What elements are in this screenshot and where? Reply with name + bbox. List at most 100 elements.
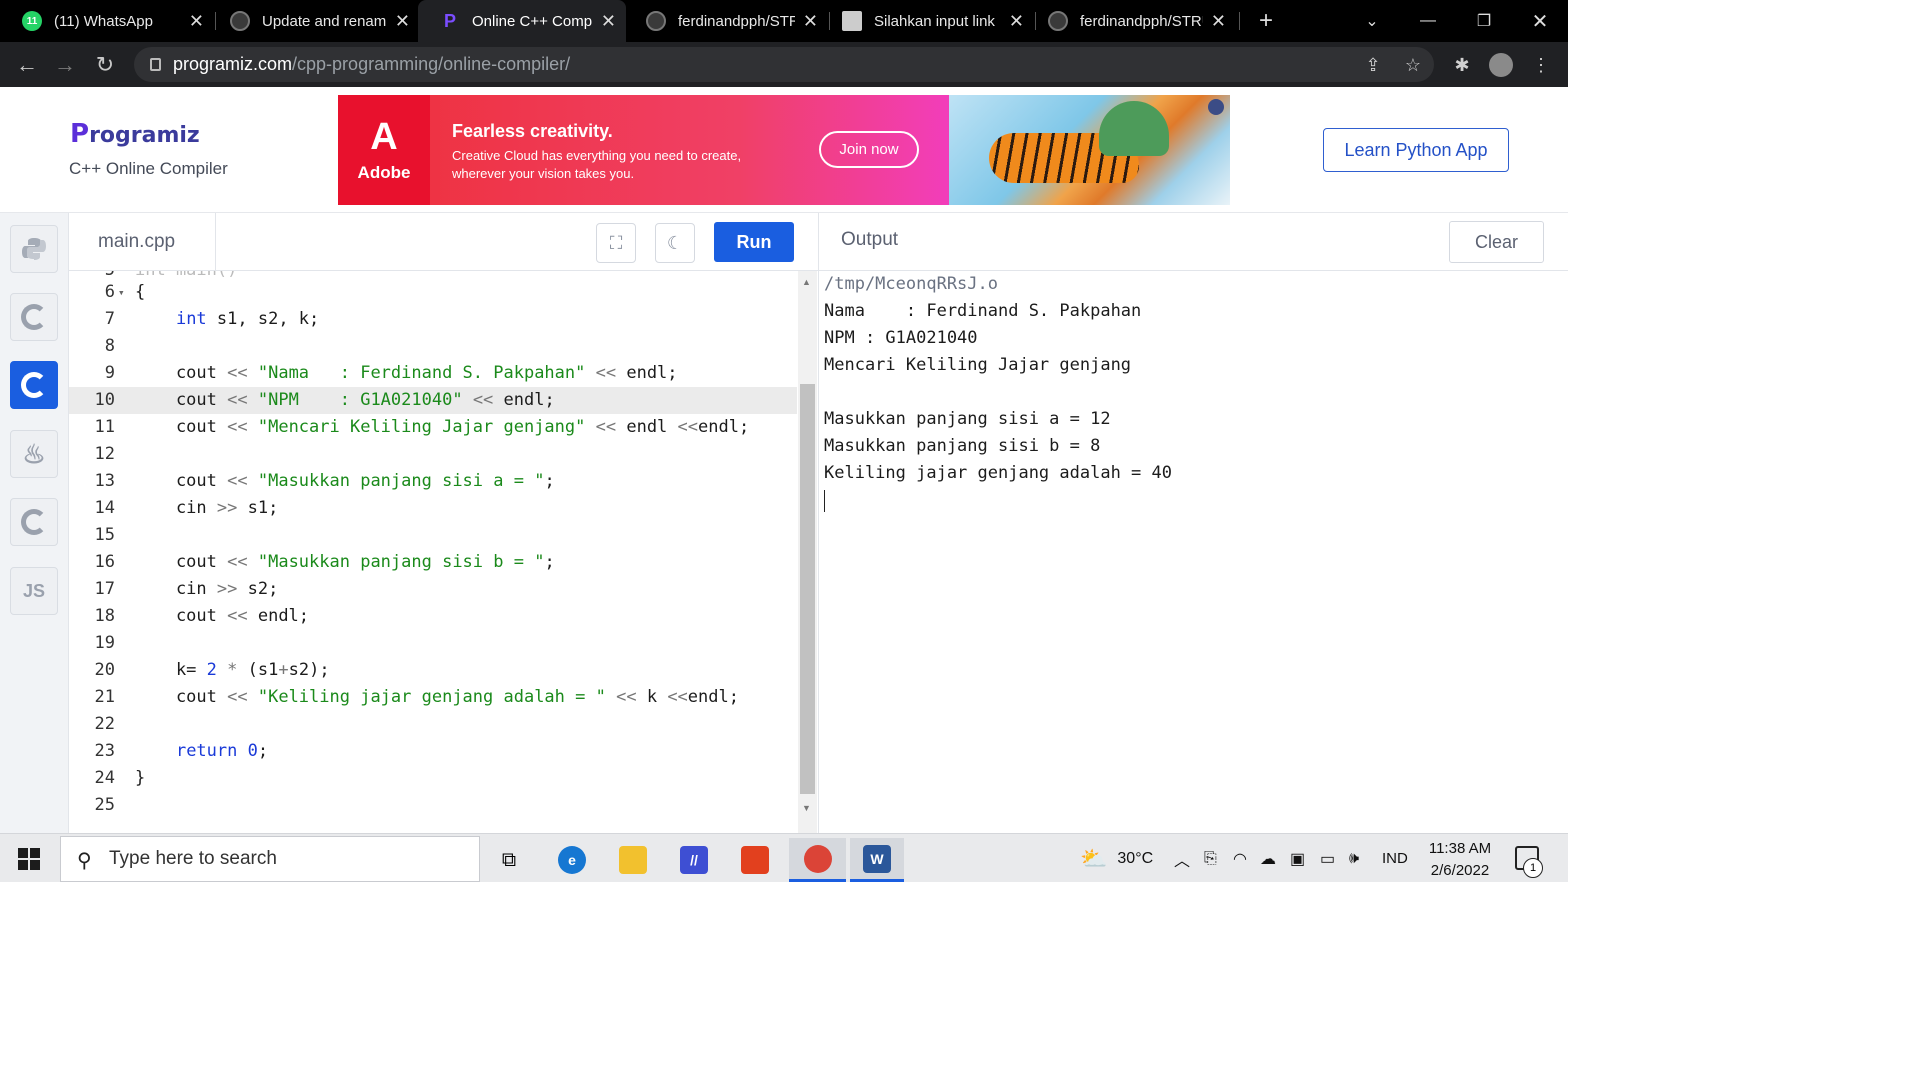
line-number: 7: [104, 309, 115, 329]
onedrive-icon[interactable]: ☁: [1260, 834, 1276, 883]
java-icon[interactable]: ♨: [10, 430, 58, 478]
ad-info-icon[interactable]: [1208, 99, 1224, 115]
share-icon[interactable]: ⇪: [1360, 52, 1386, 78]
close-window-button[interactable]: ✕: [1512, 0, 1568, 42]
code-token: <<: [667, 687, 688, 707]
cpp-icon[interactable]: [10, 361, 58, 409]
code-token: <<: [677, 417, 699, 437]
display-icon[interactable]: ▣: [1290, 834, 1305, 883]
code-line: 23 return 0;: [69, 738, 797, 765]
close-tab-icon[interactable]: ✕: [1211, 11, 1226, 32]
volume-icon[interactable]: 🕪: [1349, 834, 1359, 883]
code-text: cout << "Mencari Keliling Jajar genjang"…: [135, 414, 749, 441]
code-token: int: [175, 309, 207, 329]
language-indicator[interactable]: IND: [1382, 834, 1408, 883]
learn-python-app-button[interactable]: Learn Python App: [1323, 128, 1509, 172]
fullscreen-icon[interactable]: ⛶: [596, 223, 636, 263]
code-token: endl: [616, 417, 678, 437]
word-icon[interactable]: W: [850, 838, 904, 882]
line-number: 19: [94, 633, 115, 653]
line-number: 8: [104, 336, 115, 356]
c-icon[interactable]: [10, 293, 58, 341]
task-view-icon[interactable]: ⧉: [482, 838, 536, 882]
code-token: cin: [135, 498, 217, 518]
adobe-logo: A Adobe: [338, 95, 430, 205]
clear-button[interactable]: Clear: [1449, 221, 1544, 263]
tab-whatsapp[interactable]: 11 (11) WhatsApp ✕: [0, 0, 214, 42]
windows-start-icon[interactable]: [18, 848, 40, 870]
code-editor[interactable]: 5int main() 6▾{7 int s1, s2, k;89 cout <…: [69, 271, 818, 833]
weather-widget[interactable]: ⛅ 30°C: [1080, 834, 1153, 883]
tab-classroom[interactable]: Silahkan input link ✕: [820, 0, 1034, 42]
tray-chevron-icon[interactable]: ︿: [1174, 834, 1190, 883]
office-icon[interactable]: [728, 838, 782, 882]
bookmark-star-icon[interactable]: ☆: [1400, 52, 1426, 78]
code-token: *: [227, 660, 238, 680]
close-tab-icon[interactable]: ✕: [395, 11, 410, 32]
app-icon-blue[interactable]: //: [667, 838, 721, 882]
restore-button[interactable]: ❐: [1456, 0, 1512, 42]
python-icon[interactable]: [10, 225, 58, 273]
menu-kebab-icon[interactable]: ⋮: [1528, 52, 1554, 78]
reload-icon[interactable]: ↻: [90, 50, 120, 80]
c-ring-icon: [21, 304, 47, 330]
battery-icon[interactable]: ▭: [1320, 834, 1335, 883]
output-console[interactable]: /tmp/MceonqRRsJ.o Nama : Ferdinand S. Pak…: [818, 271, 1568, 833]
ad-brand: Adobe: [357, 163, 411, 182]
code-line: 19: [69, 630, 797, 657]
line-number: 17: [94, 579, 115, 599]
editor-scrollbar[interactable]: ▲ ▼: [798, 271, 817, 833]
code-token: ;: [257, 741, 269, 761]
profile-avatar[interactable]: [1488, 52, 1514, 78]
ad-join-button[interactable]: Join now: [819, 131, 919, 168]
code-token: <<: [616, 687, 637, 707]
close-tab-icon[interactable]: ✕: [189, 11, 204, 32]
code-text: cin >> s2;: [135, 576, 278, 603]
csharp-icon[interactable]: [10, 498, 58, 546]
close-tab-icon[interactable]: ✕: [1009, 11, 1024, 32]
clock-time: 11:38 AM: [1428, 840, 1492, 857]
tab-github-stru-1[interactable]: ferdinandpph/STRU ✕: [624, 0, 828, 42]
scroll-up-icon[interactable]: ▲: [802, 277, 811, 287]
taskbar-search-input[interactable]: ⚲ Type here to search: [60, 836, 480, 882]
run-button[interactable]: Run: [714, 222, 794, 262]
minimize-button[interactable]: —: [1400, 0, 1456, 42]
code-token: endl;: [247, 606, 310, 626]
logo-letter: P: [70, 119, 90, 149]
close-tab-icon[interactable]: ✕: [601, 11, 616, 32]
scroll-down-icon[interactable]: ▼: [802, 803, 811, 813]
output-header: Output Clear: [818, 213, 1568, 271]
tab-search-chevron-icon[interactable]: ⌄: [1344, 0, 1400, 42]
forward-icon[interactable]: →: [50, 50, 80, 80]
meet-now-icon[interactable]: ⎘: [1204, 834, 1217, 883]
adobe-a-icon: A: [370, 116, 398, 158]
tab-github-update[interactable]: Update and renam ✕: [208, 0, 420, 42]
tab-online-cpp-compiler[interactable]: P Online C++ Compil ✕: [418, 0, 626, 42]
code-token: s2);: [288, 660, 330, 680]
file-tab-main-cpp[interactable]: main.cpp: [69, 213, 216, 271]
chrome-icon[interactable]: [789, 838, 846, 882]
js-icon[interactable]: JS: [10, 567, 58, 615]
file-explorer-icon[interactable]: [606, 838, 660, 882]
output-binary-path: /tmp/MceonqRRsJ.o: [824, 274, 998, 294]
adobe-ad-banner[interactable]: A Adobe Fearless creativity. Creative Cl…: [338, 95, 1230, 205]
address-bar[interactable]: programiz.com/cpp-programming/online-com…: [134, 47, 1434, 82]
programiz-logo[interactable]: Programiz: [70, 119, 200, 149]
dark-mode-moon-icon[interactable]: ☾: [655, 223, 695, 263]
edge-icon[interactable]: e: [545, 838, 599, 882]
extensions-icon[interactable]: ✱: [1449, 52, 1475, 78]
taskbar-clock[interactable]: 11:38 AM 2/6/2022: [1420, 838, 1500, 882]
back-icon[interactable]: ←: [12, 50, 42, 80]
scrollbar-thumb[interactable]: [800, 384, 815, 794]
weather-cloud-icon: ⛅: [1080, 845, 1108, 871]
wifi-icon[interactable]: ◠: [1233, 834, 1247, 883]
fold-chevron-icon[interactable]: ▾: [118, 279, 125, 306]
close-tab-icon[interactable]: ✕: [803, 11, 818, 32]
new-tab-button[interactable]: +: [1238, 0, 1294, 42]
tab-github-stru-2[interactable]: ferdinandpph/STRU ✕: [1026, 0, 1236, 42]
